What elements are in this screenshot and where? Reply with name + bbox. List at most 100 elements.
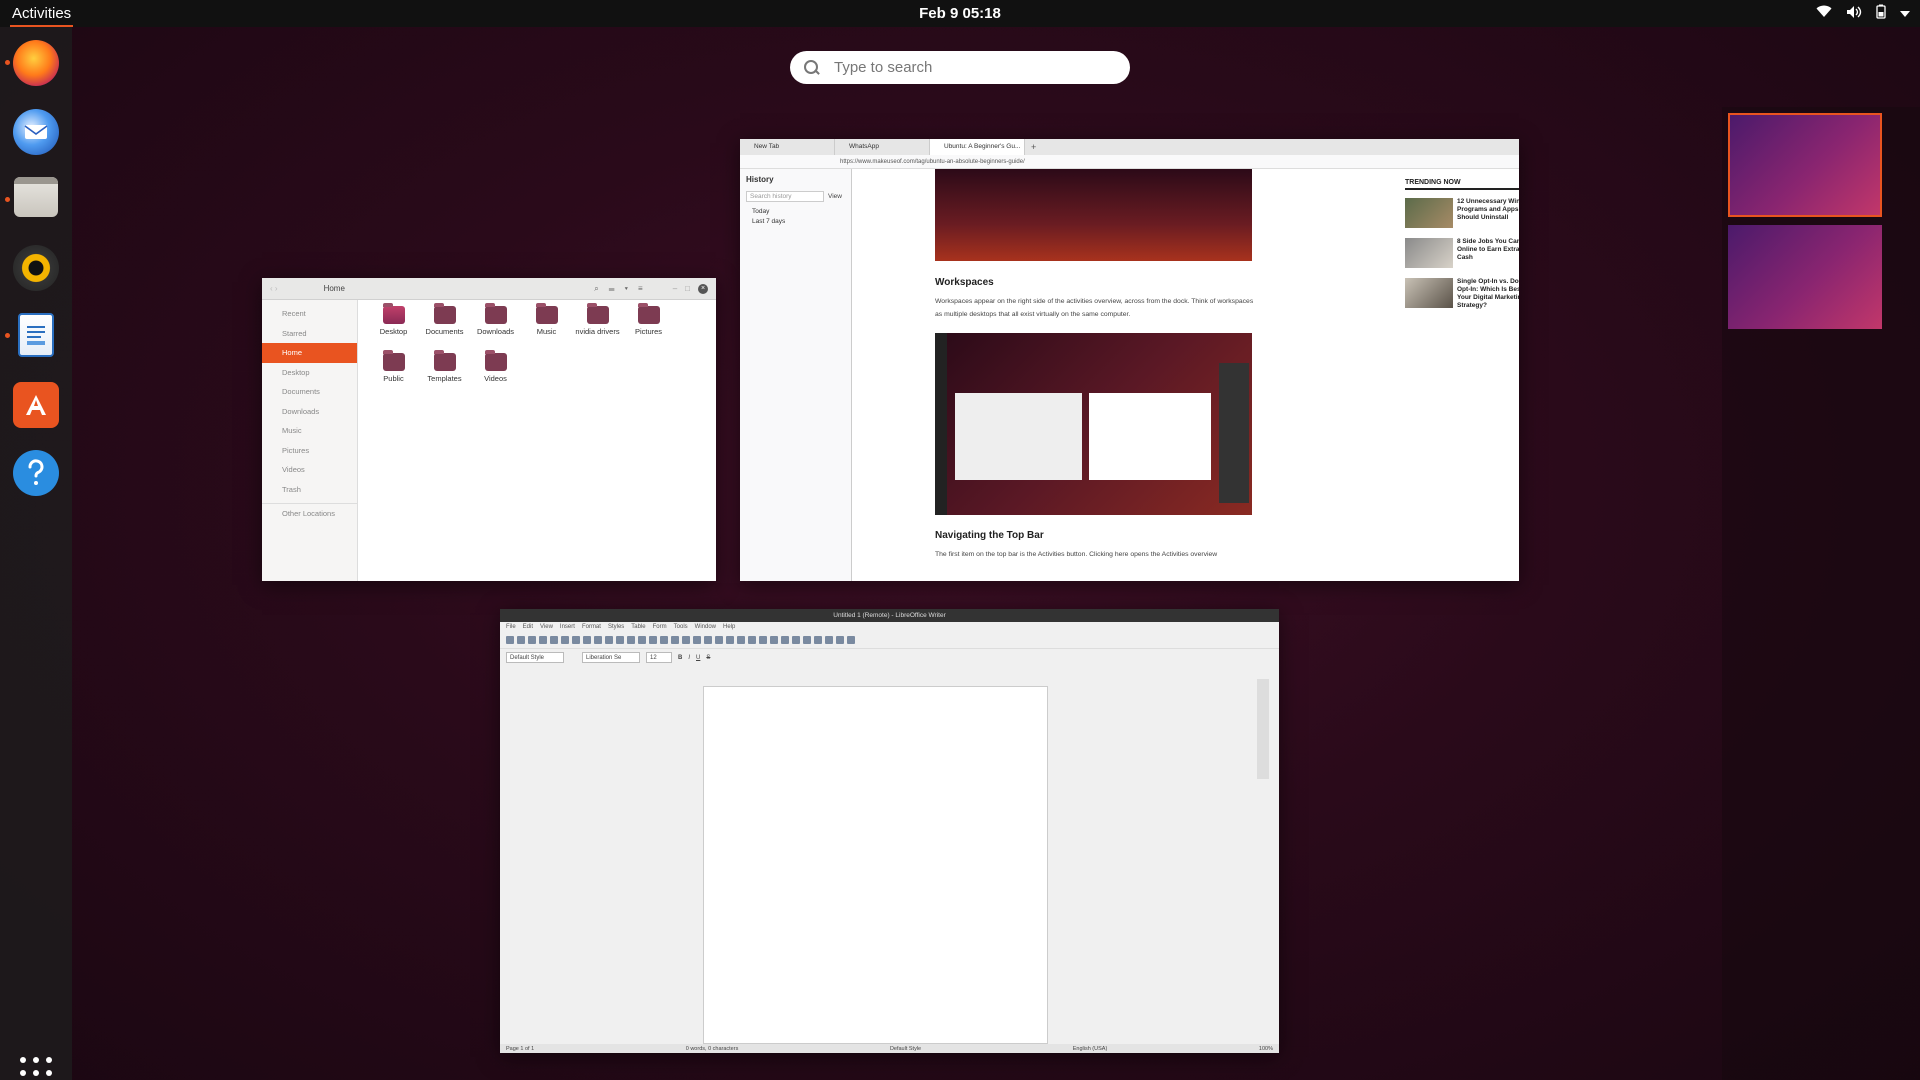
trending-item[interactable]: 12 Unnecessary Windows Programs and Apps… (1405, 198, 1519, 228)
standard-toolbar[interactable] (500, 632, 1279, 649)
help-icon[interactable] (13, 450, 59, 496)
back-forward-buttons[interactable]: ‹ › (270, 284, 278, 293)
menu-view[interactable]: View (540, 624, 553, 630)
folder-label: Pictures (634, 327, 663, 336)
folder-item[interactable]: nvidia drivers (572, 303, 623, 353)
menu-form[interactable]: Form (653, 624, 667, 630)
menu-edit[interactable]: Edit (523, 624, 533, 630)
trending-thumbnail (1405, 198, 1453, 228)
history-entry-today[interactable]: Today (752, 208, 845, 215)
folder-label: Documents (425, 327, 464, 336)
folder-icon (382, 303, 405, 324)
wifi-icon[interactable] (1816, 5, 1832, 22)
tab-whatsapp[interactable]: WhatsApp (835, 139, 930, 155)
workspace-thumbnail[interactable] (1728, 225, 1882, 329)
sidebar-item-starred[interactable]: Starred (262, 324, 357, 344)
folder-label: Templates (427, 374, 462, 383)
folder-item[interactable]: Desktop (368, 303, 419, 353)
sidebar-item-desktop[interactable]: Desktop (262, 363, 357, 383)
window-controls[interactable]: –□ (673, 284, 698, 293)
menu-table[interactable]: Table (631, 624, 645, 630)
trending-item-title[interactable]: Single Opt-In vs. Double Opt-In: Which I… (1457, 278, 1519, 310)
system-tray[interactable] (1816, 4, 1910, 23)
sidebar-item-trash[interactable]: Trash (262, 480, 357, 500)
battery-icon[interactable] (1876, 4, 1886, 23)
trending-item[interactable]: Single Opt-In vs. Double Opt-In: Which I… (1405, 278, 1519, 310)
new-tab-plus-icon[interactable]: + (1025, 142, 1036, 152)
folder-item[interactable]: Videos (470, 350, 521, 400)
path-bar-home[interactable]: Home (324, 284, 345, 293)
workspace-thumbnail-current[interactable] (1728, 113, 1882, 217)
document-page[interactable] (703, 686, 1048, 1044)
font-name-select[interactable]: Liberation Se (582, 652, 640, 663)
sidebar-item-home[interactable]: Home (262, 343, 357, 363)
thunderbird-icon[interactable] (13, 109, 59, 155)
search-icon (804, 59, 820, 76)
folder-item[interactable]: Documents (419, 303, 470, 353)
search-input[interactable]: Type to search (790, 51, 1130, 84)
folder-item[interactable]: Pictures (623, 303, 674, 353)
writer-window[interactable]: Untitled 1 (Remote) - LibreOffice Writer… (500, 609, 1279, 1053)
browser-window[interactable]: New Tab WhatsApp Ubuntu: A Beginner's Gu… (740, 139, 1519, 581)
menu-tools[interactable]: Tools (674, 624, 688, 630)
menu-styles[interactable]: Styles (608, 624, 624, 630)
tab-new-tab[interactable]: New Tab (740, 139, 835, 155)
status-zoom[interactable]: 100% (1259, 1046, 1273, 1052)
underline-button[interactable]: U (696, 655, 700, 661)
sidebar-item-music[interactable]: Music (262, 421, 357, 441)
files-window[interactable]: ‹ › Home ⌕☰▾≡ –□ × Recent Starred Home D… (262, 278, 716, 581)
volume-icon[interactable] (1846, 5, 1862, 23)
folder-item[interactable]: Templates (419, 350, 470, 400)
trending-item[interactable]: 8 Side Jobs You Can Do Online to Earn Ex… (1405, 238, 1519, 268)
article-heading-top-bar: Navigating the Top Bar (935, 530, 1044, 541)
tab-ubuntu-guide[interactable]: Ubuntu: A Beginner's Gu... (930, 139, 1025, 155)
folder-item[interactable]: Music (521, 303, 572, 353)
show-applications-grid-icon[interactable] (20, 1057, 52, 1080)
clock[interactable]: Feb 9 05:18 (919, 5, 1001, 22)
history-entry-last-7-days[interactable]: Last 7 days (752, 218, 845, 225)
font-size-select[interactable]: 12 (646, 652, 672, 663)
paragraph-style-select[interactable]: Default Style (506, 652, 564, 663)
activities-button[interactable]: Activities (10, 5, 74, 27)
article-screenshot-image (935, 333, 1252, 515)
folder-item[interactable]: Downloads (470, 303, 521, 353)
sidebar-item-other-locations[interactable]: Other Locations (262, 503, 357, 523)
italic-button[interactable]: I (688, 655, 690, 661)
sidebar-item-documents[interactable]: Documents (262, 382, 357, 402)
trending-item-title[interactable]: 12 Unnecessary Windows Programs and Apps… (1457, 198, 1519, 228)
writer-icon[interactable] (18, 313, 54, 357)
sidebar-item-videos[interactable]: Videos (262, 460, 357, 480)
folder-icon (535, 303, 558, 324)
header-toolbar-icons[interactable]: ⌕☰▾≡ (594, 284, 653, 294)
sidebar-item-downloads[interactable]: Downloads (262, 402, 357, 422)
system-menu-chevron-down-icon[interactable] (1900, 6, 1910, 22)
menu-window[interactable]: Window (695, 624, 716, 630)
url-bar[interactable]: https://www.makeuseof.com/tag/ubuntu-an-… (740, 155, 1519, 169)
folder-label: Desktop (379, 327, 408, 336)
menu-help[interactable]: Help (723, 624, 735, 630)
history-title: History (746, 175, 774, 184)
top-bar: Activities Feb 9 05:18 (0, 0, 1920, 27)
strikethrough-button[interactable]: S (706, 655, 710, 661)
menu-file[interactable]: File (506, 624, 516, 630)
trending-item-title[interactable]: 8 Side Jobs You Can Do Online to Earn Ex… (1457, 238, 1519, 268)
folder-icon (433, 350, 456, 371)
firefox-icon[interactable] (13, 40, 59, 86)
sidebar-item-recent[interactable]: Recent (262, 304, 357, 324)
folder-label: nvidia drivers (575, 327, 620, 336)
history-search-input[interactable]: Search history (746, 191, 824, 202)
menu-format[interactable]: Format (582, 624, 601, 630)
menu-insert[interactable]: Insert (560, 624, 575, 630)
view-menu-button[interactable]: View (828, 193, 842, 200)
software-icon[interactable] (13, 382, 59, 428)
url-text[interactable]: https://www.makeuseof.com/tag/ubuntu-an-… (840, 159, 1025, 165)
sidebar-deck[interactable] (1257, 679, 1269, 779)
sidebar-item-pictures[interactable]: Pictures (262, 441, 357, 461)
files-icon[interactable] (14, 177, 58, 217)
status-language[interactable]: English (USA) (1073, 1046, 1108, 1052)
folder-icon (433, 303, 456, 324)
close-icon[interactable]: × (698, 283, 708, 294)
rhythmbox-icon[interactable] (13, 245, 59, 291)
bold-button[interactable]: B (678, 655, 682, 661)
folder-item[interactable]: Public (368, 350, 419, 400)
